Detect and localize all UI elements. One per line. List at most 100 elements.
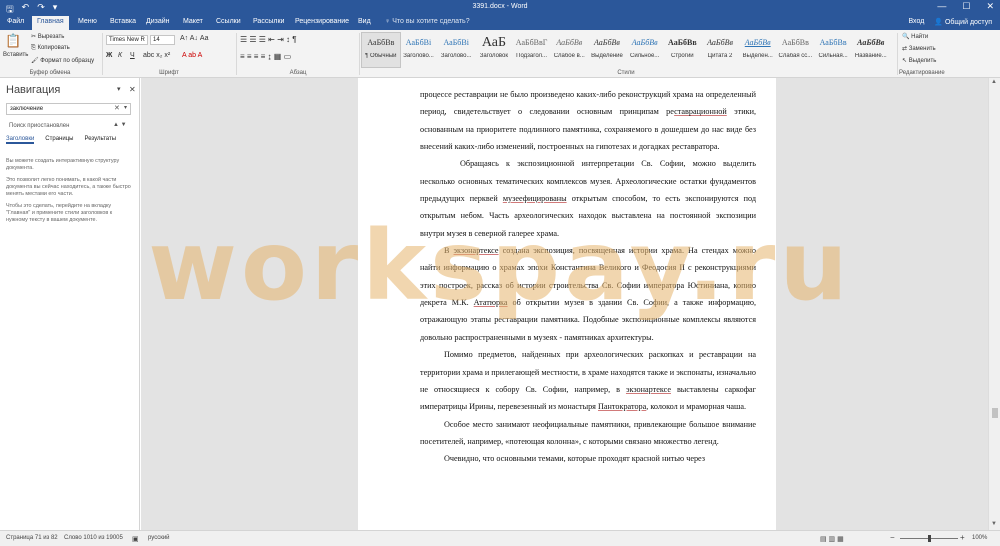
replace-button[interactable]: ⇄ Заменить — [902, 45, 936, 52]
share-button[interactable]: 👤 Общий доступ — [934, 18, 992, 26]
style-book-title[interactable]: АаБбВв Название... — [852, 33, 890, 67]
tab-home[interactable]: Главная — [32, 16, 69, 30]
close-button[interactable]: ✕ — [986, 1, 994, 12]
proofing-icon[interactable]: ▣ — [132, 535, 139, 543]
list-icons[interactable]: ☰ ☰ ☰ ⇤ ⇥ ↕ ¶ — [240, 35, 297, 44]
paste-button[interactable]: Вставить — [3, 52, 28, 58]
paragraph: процессе реставрации не было произведено… — [420, 90, 757, 152]
document-area[interactable]: процессе реставрации не было произведено… — [141, 78, 988, 530]
style-intense-reference[interactable]: АаБбВв Сильная... — [814, 33, 852, 67]
font-size-box[interactable]: 14 — [150, 35, 175, 45]
editing-group-label: Редактирование — [899, 70, 945, 76]
paragraph: Обращаясь к экспозиционной интерпретации… — [420, 159, 756, 238]
misspelled-word[interactable]: экзонартексе — [626, 385, 671, 394]
scroll-down-icon[interactable]: ▼ — [991, 521, 997, 527]
style-subtle-reference[interactable]: АаБбВв Слабая сс... — [777, 33, 815, 67]
bold-button[interactable]: Ж — [106, 52, 112, 59]
person-icon: 👤 — [934, 19, 945, 26]
style-heading-2[interactable]: АаБбВі Заголово... — [437, 33, 475, 67]
font-name-box[interactable]: Times New R — [106, 35, 148, 45]
style-normal[interactable]: АаБбВв ¶ Обычный — [361, 32, 401, 68]
nav-title: Навигация — [6, 84, 61, 96]
align-icons[interactable]: ≡ ≡ ≡ ≡ ↨ ▦ ▭ — [240, 52, 291, 61]
select-label: Выделить — [908, 58, 937, 64]
scroll-up-icon[interactable]: ▲ — [991, 79, 997, 85]
tab-references[interactable]: Ссылки — [216, 18, 241, 25]
tab-design[interactable]: Дизайн — [146, 18, 170, 25]
window-title: 3391.docx - Word — [472, 3, 528, 10]
style-intense-emphasis[interactable]: АаБбВв Сильное... — [626, 33, 664, 67]
paste-icon[interactable]: 📋 — [5, 33, 21, 49]
strikethrough-button[interactable]: abc x₂ x² — [143, 52, 170, 59]
find-button[interactable]: 🔍 Найти — [902, 33, 928, 40]
zoom-in-icon[interactable]: + — [960, 533, 965, 542]
ribbon: 📋 Вставить ✂ Вырезать ⎘ Копировать 🖌 Фор… — [0, 30, 1000, 78]
select-button[interactable]: ↖ Выделить — [902, 57, 936, 64]
replace-label: Заменить — [908, 46, 936, 52]
tab-insert[interactable]: Вставка — [110, 18, 136, 25]
tab-results[interactable]: Результаты — [84, 136, 116, 144]
font-color-icon[interactable]: A ab A — [182, 52, 202, 59]
style-subtitle[interactable]: АаБбВвГ Подзагол... — [513, 33, 551, 67]
ribbon-separator — [236, 33, 237, 75]
paragraph: Особое место занимают неофициальные памя… — [420, 419, 756, 446]
style-title[interactable]: АаБ Заголовок — [475, 33, 513, 67]
zoom-slider-thumb[interactable] — [928, 535, 931, 542]
tab-file[interactable]: Файл — [7, 18, 24, 25]
title-bar: 🖫 ↶ ↷ ▾ 3391.docx - Word — ☐ ✕ — [0, 0, 1000, 16]
style-quote-2[interactable]: АаБбВв Цитата 2 — [701, 33, 739, 67]
language-indicator[interactable]: русский — [148, 535, 170, 541]
navigation-pane: Навигация ▾ ✕ заключение ✕ ▾ Поиск приос… — [0, 78, 140, 530]
tab-pages[interactable]: Страницы — [45, 136, 73, 144]
italic-button[interactable]: К — [118, 52, 122, 59]
chevron-down-icon[interactable]: ▾ — [117, 85, 121, 93]
zoom-out-icon[interactable]: − — [890, 533, 895, 542]
styles-group-label: Стили — [617, 70, 635, 76]
styles-gallery: АаБбВв ¶ Обычный АаБбВі Заголово... АаБбВі… — [361, 32, 890, 68]
tab-menu[interactable]: Меню — [78, 18, 97, 25]
result-navigation-arrows[interactable]: ▲ ▼ — [113, 122, 127, 128]
clear-search-icon[interactable]: ✕ — [114, 104, 120, 112]
vertical-scrollbar[interactable]: ▲ ▼ — [988, 78, 1000, 530]
tab-headings[interactable]: Заголовки — [6, 136, 35, 144]
close-icon[interactable]: ✕ — [129, 85, 136, 94]
page-count[interactable]: Страница 71 из 82 — [6, 535, 58, 541]
zoom-level[interactable]: 100% — [972, 535, 987, 541]
document-page[interactable]: процессе реставрации не было произведено… — [358, 78, 776, 530]
cut-button[interactable]: ✂ Вырезать — [31, 33, 64, 40]
signin-link[interactable]: Вход — [908, 18, 924, 26]
tab-review[interactable]: Рецензирование — [295, 18, 349, 25]
word-count[interactable]: Слово 1010 из 19005 — [64, 535, 123, 541]
paragraph: В экзонартексе создана экспозиция, посвя… — [420, 246, 757, 342]
font-group-label: Шрифт — [159, 70, 179, 76]
maximize-button[interactable]: ☐ — [962, 1, 970, 12]
misspelled-word[interactable]: Ататюрка — [474, 298, 508, 307]
tell-me-box[interactable]: ♀ Что вы хотите сделать? — [385, 18, 470, 25]
style-strong[interactable]: АаБбВв Строгий — [664, 33, 702, 67]
paragraph: Очевидно, что основными темами, которые … — [444, 454, 706, 464]
misspelled-word[interactable]: ставрационной — [674, 107, 727, 116]
copy-button[interactable]: ⎘ Копировать — [31, 45, 70, 52]
minimize-button[interactable]: — — [937, 1, 946, 12]
search-options-icon[interactable]: ▾ — [124, 104, 127, 111]
style-heading-1[interactable]: АаБбВі Заголово... — [400, 33, 438, 67]
format-painter-button[interactable]: 🖌 Формат по образцу — [31, 57, 94, 64]
misspelled-word[interactable]: экзонартексе — [454, 246, 499, 255]
misspelled-word[interactable]: Пантократора — [598, 402, 646, 411]
underline-button[interactable]: Ч — [130, 52, 135, 59]
nav-search-input[interactable]: заключение — [6, 103, 131, 115]
grow-font-icon[interactable]: A↑ A↓ Аа — [180, 35, 208, 42]
document-body[interactable]: процессе реставрации не было произведено… — [420, 86, 756, 468]
style-intense-quote[interactable]: АаБбВв Выделен... — [739, 33, 777, 67]
ribbon-tabs: Файл Главная Меню Вставка Дизайн Макет С… — [0, 16, 1000, 30]
view-mode-icons[interactable]: ▤ ▥ ▦ — [820, 535, 844, 543]
style-emphasis[interactable]: АаБбВв Выделение — [588, 33, 626, 67]
style-subtle-emphasis[interactable]: АаБбВв Слабое в... — [550, 33, 588, 67]
tab-view[interactable]: Вид — [358, 18, 371, 25]
misspelled-word[interactable]: музеефицированы — [503, 194, 567, 203]
scroll-thumb[interactable] — [992, 408, 998, 418]
account-area: Вход 👤 Общий доступ — [908, 18, 992, 26]
tab-mailings[interactable]: Рассылки — [253, 18, 284, 25]
tab-layout[interactable]: Макет — [183, 18, 203, 25]
format-painter-label: Формат по образцу — [40, 58, 95, 64]
